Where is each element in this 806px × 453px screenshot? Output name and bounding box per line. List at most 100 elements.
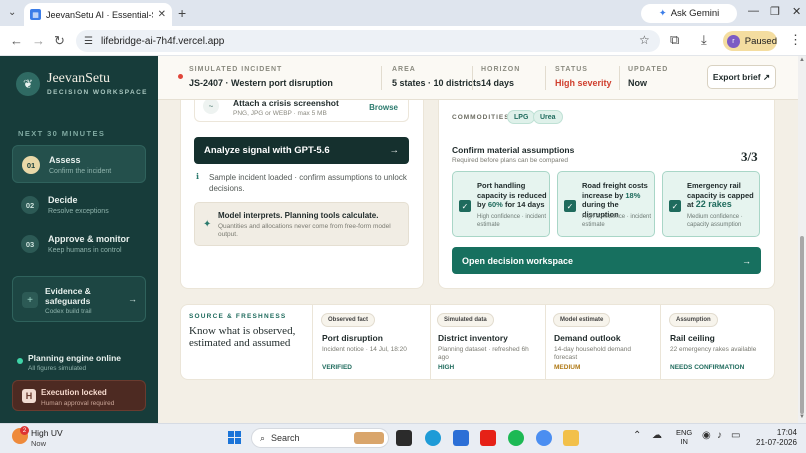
area-label: AREA — [392, 66, 416, 73]
back-icon[interactable]: ← — [10, 33, 23, 48]
new-tab-icon[interactable]: + — [178, 5, 186, 21]
site-info-icon[interactable]: ☰ — [84, 36, 93, 47]
source-title: Know what is observed, estimated and ass… — [189, 325, 296, 349]
assumption-text: Port handling capacity is reduced by 60%… — [477, 181, 547, 209]
spotify-icon[interactable] — [508, 430, 524, 446]
assumption-card[interactable]: ✓ Road freight costs increase by 18% dur… — [557, 171, 655, 237]
ask-gemini-label: Ask Gemini — [670, 8, 720, 19]
store-icon[interactable] — [453, 430, 469, 446]
browser-tab[interactable]: ▦ JeevanSetu AI · Essential-Suppl ✕ — [24, 3, 172, 26]
menu-kebab-icon[interactable]: ⋮ — [789, 32, 802, 48]
model-note-title: Model interprets. Planning tools calcula… — [218, 211, 379, 220]
youtube-icon[interactable] — [480, 430, 496, 446]
checkbox-checked-icon[interactable]: ✓ — [669, 200, 681, 212]
step-decide[interactable]: 02 Decide Resolve exceptions — [12, 186, 146, 224]
search-icon: ⌕ — [260, 432, 266, 443]
windows-start-icon[interactable] — [228, 431, 241, 444]
taskbar-search[interactable]: ⌕ Search — [251, 428, 389, 448]
execution-locked-panel: H Execution locked Human approval requir… — [12, 380, 146, 411]
assumption-card[interactable]: ✓ Port handling capacity is reduced by 6… — [452, 171, 550, 237]
chrome-icon[interactable] — [536, 430, 552, 446]
open-decision-workspace-button[interactable]: Open decision workspace → — [452, 247, 761, 274]
download-icon[interactable]: ⤓ — [701, 32, 707, 48]
clock[interactable]: 17:04 21-07-2026 — [756, 428, 797, 448]
close-tab-icon[interactable]: ✕ — [158, 9, 166, 20]
step-sub: Resolve exceptions — [48, 208, 109, 215]
confirm-sub: Required before plans can be compared — [452, 157, 568, 164]
analyze-label: Analyze signal with GPT-5.6 — [204, 145, 330, 156]
avatar: r — [727, 34, 740, 48]
wifi-icon[interactable]: ◉ — [702, 430, 711, 441]
close-window-icon[interactable]: ✕ — [792, 5, 801, 18]
evidence-safeguards-button[interactable]: + Evidence & safeguards Codex build trai… — [12, 276, 146, 322]
step-label: Approve & monitor — [48, 234, 130, 244]
scroll-down-icon[interactable]: ▼ — [799, 414, 805, 420]
brand-name: JeevanSetu — [47, 71, 110, 86]
upload-icon: ~ — [203, 98, 219, 114]
scrollbar-thumb[interactable] — [800, 236, 804, 414]
divider — [660, 305, 661, 379]
source-item-title: Port disruption — [322, 333, 383, 343]
step-assess[interactable]: 01 Assess Confirm the incident — [12, 145, 146, 183]
source-type-badge: Observed fact — [321, 313, 376, 327]
forward-icon[interactable]: → — [32, 33, 45, 48]
checkbox-checked-icon[interactable]: ✓ — [459, 200, 471, 212]
tab-title: JeevanSetu AI · Essential-Suppl — [46, 9, 153, 20]
commodity-chip[interactable]: Urea — [533, 110, 563, 124]
address-bar[interactable]: ☰ lifebridge-ai-7h4f.vercel.app — [76, 30, 660, 52]
info-text: Sample incident loaded · confirm assumpt… — [209, 173, 407, 193]
incident-value: JS-2407 · Western port disruption — [189, 78, 333, 88]
source-item-status: VERIFIED — [322, 364, 352, 371]
language-indicator[interactable]: ENG IN — [676, 428, 692, 446]
battery-icon[interactable]: ▭ — [731, 430, 740, 441]
search-label: Search — [271, 433, 300, 443]
source-item-title: Rail ceiling — [670, 333, 715, 343]
assumption-text: Emergency rail capacity is capped at 22 … — [687, 181, 754, 209]
divider — [545, 305, 546, 379]
confirm-title: Confirm material assumptions — [452, 145, 575, 155]
weather-title: High UV — [31, 428, 63, 438]
source-type-badge: Simulated data — [437, 313, 494, 327]
maximize-icon[interactable]: ❐ — [770, 5, 780, 18]
execution-label: Execution locked — [41, 388, 107, 397]
scroll-up-icon[interactable]: ▲ — [799, 57, 805, 63]
edge-icon[interactable] — [425, 430, 441, 446]
step-sub: Keep humans in control — [48, 247, 122, 254]
reload-icon[interactable]: ↻ — [54, 33, 65, 49]
divider — [619, 66, 620, 90]
ask-gemini-button[interactable]: ✦ Ask Gemini — [641, 4, 737, 23]
live-dot-icon — [178, 74, 183, 79]
step-number: 01 — [22, 156, 40, 174]
source-item-status: NEEDS CONFIRMATION — [670, 364, 745, 371]
assumption-card[interactable]: ✓ Emergency rail capacity is capped at 2… — [662, 171, 760, 237]
volume-icon[interactable]: ♪ — [717, 430, 722, 441]
assumption-confidence: Medium confidence · capacity assumption — [687, 214, 743, 228]
extensions-icon[interactable]: ⧉ — [670, 32, 679, 48]
task-view-icon[interactable] — [396, 430, 412, 446]
status-badge: High severity — [555, 78, 612, 88]
site-favicon-icon: ▦ — [30, 9, 41, 20]
confirmed-count: 3/3 — [741, 149, 758, 164]
tab-search-icon[interactable]: ⌄ — [8, 7, 16, 18]
status-label: STATUS — [555, 66, 588, 73]
source-item-status: MEDIUM — [554, 364, 581, 371]
analyze-signal-button[interactable]: Analyze signal with GPT-5.6 → — [194, 137, 409, 164]
bookmark-star-icon[interactable]: ☆ — [639, 33, 650, 47]
checkbox-checked-icon[interactable]: ✓ — [564, 200, 576, 212]
step-approve-monitor[interactable]: 03 Approve & monitor Keep humans in contr… — [12, 225, 146, 263]
divider — [545, 66, 546, 90]
browse-button[interactable]: Browse — [369, 103, 398, 112]
divider — [381, 66, 382, 90]
tray-app-icon[interactable]: ☁ — [652, 430, 662, 441]
profile-button[interactable]: r Paused — [723, 31, 777, 51]
step-label: Assess — [49, 155, 81, 165]
divider — [472, 66, 473, 90]
tray-chevron-icon[interactable]: ⌃ — [633, 430, 641, 441]
arrow-right-icon: → — [742, 255, 751, 266]
minimize-icon[interactable]: — — [748, 5, 759, 17]
file-explorer-icon[interactable] — [563, 430, 579, 446]
export-brief-button[interactable]: Export brief ↗ — [707, 65, 776, 89]
step-label: Decide — [48, 195, 78, 205]
assumption-confidence: High confidence · incident estimate — [582, 214, 652, 228]
commodity-chip[interactable]: LPG — [507, 110, 536, 124]
